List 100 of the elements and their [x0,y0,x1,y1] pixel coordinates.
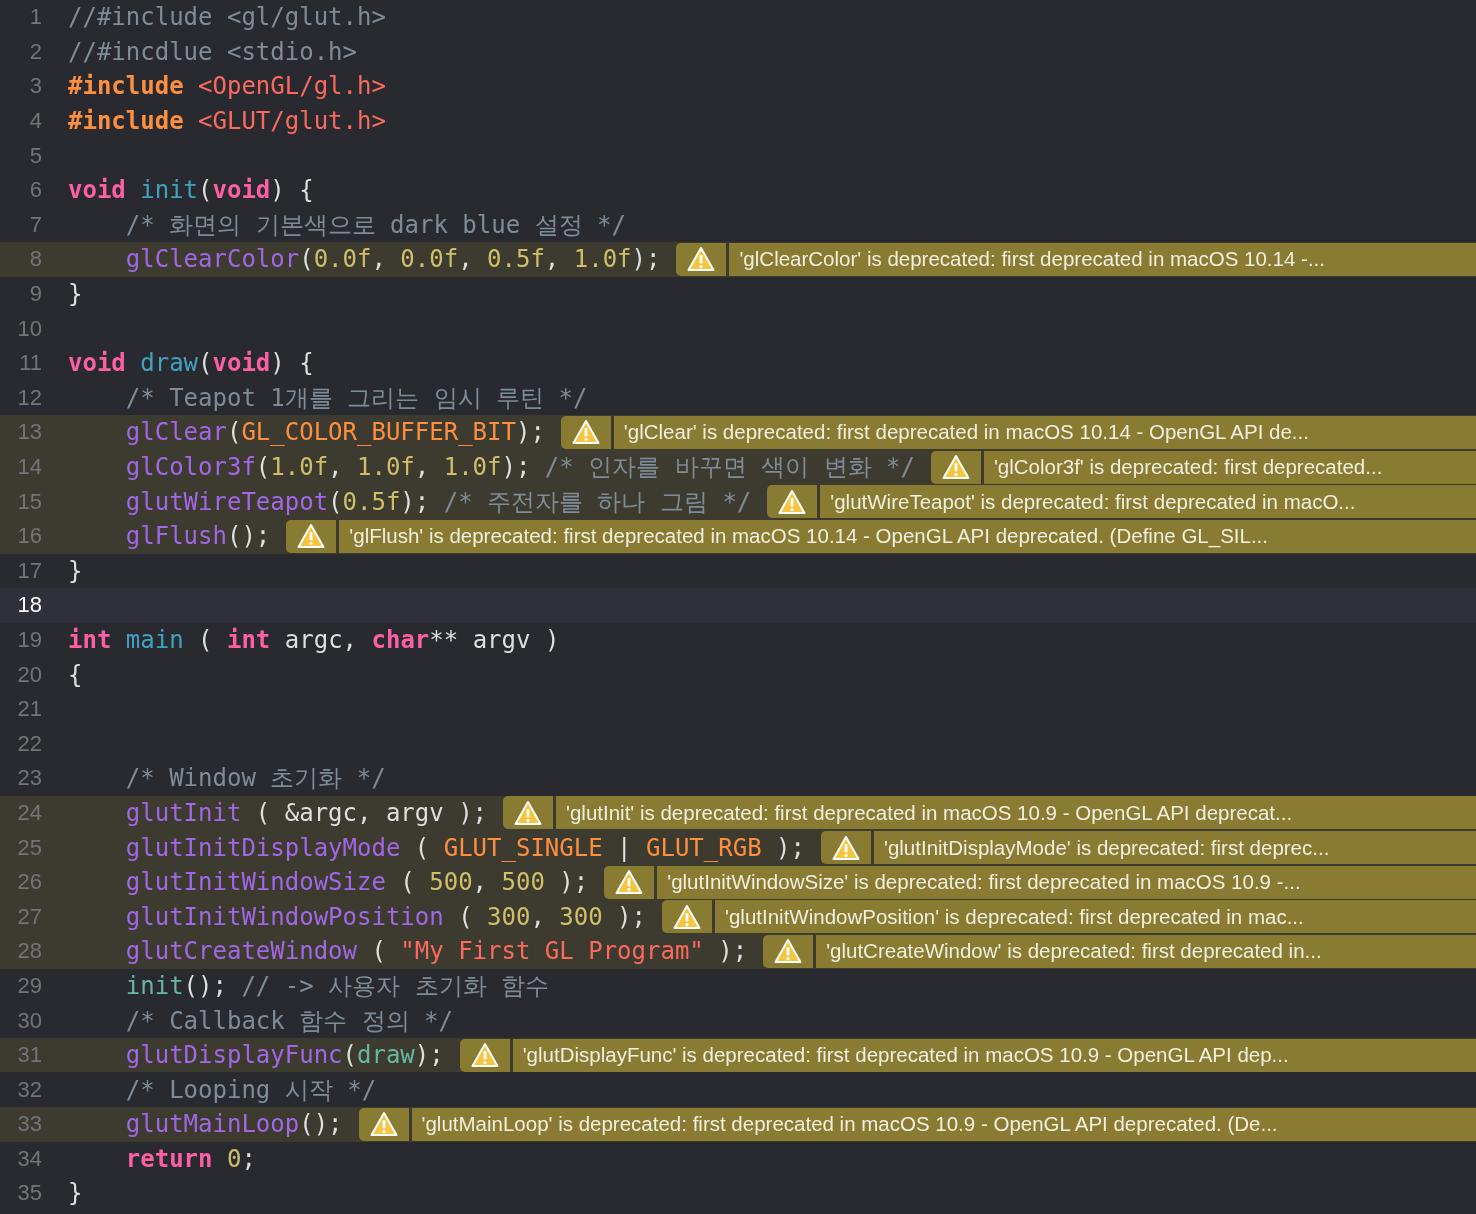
warning-icon [941,454,970,480]
line-number: 6 [28,177,42,204]
line-number: 4 [28,108,42,135]
warning-message: 'glutDisplayFunc' is deprecated: first deprecated in macOS 10.9 - OpenGL API dep... [512,1038,1476,1072]
line-number: 5 [28,142,42,169]
line-number: 21 [16,696,42,723]
warning-button[interactable] [459,1038,510,1072]
warning-button[interactable] [358,1107,409,1141]
warning-icon [831,834,860,861]
code-line: #include <GLUT/glut.h> [68,107,386,136]
code-line: /* 화면의 기본색으로 dark blue 설정 */ [124,209,626,241]
warning-icon [470,1042,499,1069]
code-line: glutInitDisplayMode ( GLUT_SINGLE | GLUT_RGB ); [124,833,805,862]
code-line: /* Teapot 1개를 그리는 임시 루틴 */ [124,382,588,414]
warning-message: 'glutInitWindowSize' is deprecated: first deprecated in macOS 10.9 -... [657,865,1476,899]
code-line: } [68,556,83,585]
line-number: 18 [16,592,42,619]
code-line: glutWireTeapot(0.5f); /* 주전자를 하나 그림 */ [124,486,752,518]
line-number: 2 [28,38,42,65]
line-number: 8 [28,246,42,273]
line-number: 1 [28,4,42,31]
warning-button[interactable] [286,519,337,553]
line-number: 31 [16,1042,42,1069]
line-number: 13 [16,419,42,446]
warning-icon [514,799,543,826]
code-line: glutInit ( &argc, argv ); [124,798,488,827]
warning-icon [615,869,644,896]
warning-button[interactable] [676,242,727,276]
code-line: /* Looping 시작 */ [124,1074,377,1106]
code-line: void init(void) { [68,176,314,205]
code-line: glutDisplayFunc(draw); [124,1041,444,1070]
line-number: 15 [16,488,42,515]
warning-icon [778,488,807,515]
line-number: 35 [16,1180,42,1207]
line-number: 12 [16,384,42,411]
warning-message: 'glutInit' is deprecated: first deprecated in macOS 10.9 - OpenGL API deprecat... [556,796,1476,830]
line-number: 17 [16,557,42,584]
warning-button[interactable] [662,900,713,934]
line-number: 29 [16,972,42,999]
code-line: glutInitWindowSize ( 500, 500 ); [124,868,589,897]
line-number: 30 [16,1007,42,1034]
code-line: //#include <gl/glut.h> [68,3,386,32]
line-number: 27 [16,903,42,930]
code-line: init(); // -> 사용자 초기화 함수 [124,970,549,1002]
warning-message: 'glutCreateWindow' is deprecated: first deprecated in... [816,934,1476,968]
warning-icon [297,523,326,550]
warning-button[interactable] [503,796,554,830]
line-number: 25 [16,834,42,861]
code-line: /* Window 초기화 */ [124,763,386,795]
warning-message: 'glutWireTeapot' is deprecated: first deprecated in macO... [820,485,1476,519]
code-line: glutInitWindowPosition ( 300, 300 ); [124,902,647,931]
code-line: //#incdlue <stdio.h> [68,37,357,66]
line-number: 22 [16,730,42,757]
code-line: glutMainLoop(); [124,1110,343,1139]
warning-icon [673,903,702,930]
code-line: { [68,660,83,689]
warning-icon [687,246,716,273]
line-number: 24 [16,799,42,826]
warning-button[interactable] [560,415,611,449]
warning-icon [774,938,803,965]
code-line: glClear(GL_COLOR_BUFFER_BIT); [124,418,545,447]
code-line: glutCreateWindow ( "My First GL Program" ); [124,937,748,966]
warning-message: 'glClearColor' is deprecated: first deprecated in macOS 10.14 -... [729,242,1476,276]
line-number: 16 [16,523,42,550]
line-number: 20 [16,661,42,688]
code-line: glClearColor(0.0f, 0.0f, 0.5f, 1.0f); [124,245,661,274]
warning-message: 'glutInitWindowPosition' is deprecated: first deprecated in mac... [715,900,1476,934]
line-number: 10 [16,315,42,342]
line-number: 7 [28,211,42,238]
line-number: 11 [18,350,42,377]
line-number: 28 [16,938,42,965]
code-line: glFlush(); [124,522,271,551]
line-number: 32 [16,1076,42,1103]
warning-message: 'glutInitDisplayMode' is deprecated: first deprec... [873,831,1476,865]
line-number: 34 [16,1145,42,1172]
code-line: return 0; [124,1144,256,1173]
warning-message: 'glFlush' is deprecated: first deprecated in macOS 10.14 - OpenGL API deprecated. (Define GL_SIL... [339,519,1476,553]
warning-button[interactable] [604,865,655,899]
warning-message: 'glColor3f' is deprecated: first deprecated... [983,450,1476,484]
warning-button[interactable] [930,450,981,484]
line-number: 14 [16,454,42,480]
line-number: 19 [16,627,42,653]
warning-button[interactable] [767,485,818,519]
line-number: 26 [16,869,42,896]
warning-icon [571,419,600,446]
code-line: #include <OpenGL/gl.h> [68,72,386,101]
warning-message: 'glClear' is deprecated: first deprecated in macOS 10.14 - OpenGL API de... [613,415,1476,449]
line-number: 23 [16,765,42,792]
code-line: void draw(void) { [68,349,314,378]
warning-button[interactable] [820,831,871,865]
warning-button[interactable] [763,934,814,968]
code-line: /* Callback 함수 정의 */ [124,1005,453,1037]
line-number: 3 [28,73,42,100]
warning-message: 'glutMainLoop' is deprecated: first deprecated in macOS 10.9 - OpenGL API deprecated. (De... [411,1107,1476,1141]
line-number: 33 [16,1111,42,1138]
code-line: } [68,1179,83,1208]
code-line: } [68,280,83,309]
code-line: glColor3f(1.0f, 1.0f, 1.0f); /* 인자를 바꾸면 색이 변화 */ [124,452,915,483]
line-number: 9 [28,281,42,308]
code-line: int main ( int argc, char** argv ) [68,626,560,654]
